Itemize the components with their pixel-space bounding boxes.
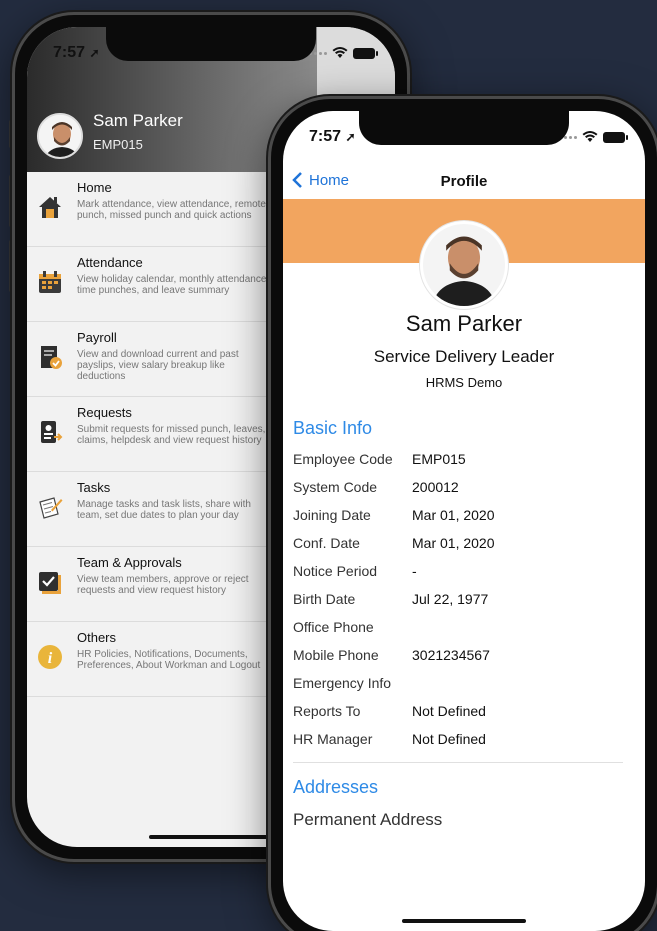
profile-name: Sam Parker (405, 311, 523, 336)
battery-icon (603, 131, 628, 143)
person-icon (39, 115, 81, 157)
menu-title: Attendance (77, 255, 143, 270)
info-value: Jul 22, 1977 (412, 591, 489, 607)
menu-text: Home Mark attendance, view attendance, r… (77, 180, 272, 238)
info-row-notice-period: Notice Period - (283, 557, 645, 585)
info-label: Notice Period (293, 563, 378, 579)
person-icon (423, 224, 505, 306)
profile-banner (283, 199, 645, 309)
home-indicator[interactable] (149, 835, 273, 839)
info-label: Office Phone (293, 619, 374, 635)
basic-info-list: Employee Code EMP015 System Code 200012 Jo… (283, 445, 645, 753)
info-row-system-code: System Code 200012 (283, 473, 645, 501)
menu-description: View and download current and past paysl… (77, 349, 239, 382)
menu-description: Manage tasks and task lists, share with … (77, 499, 251, 521)
info-value: Not Defined (412, 731, 486, 747)
tasks-icon (35, 492, 65, 522)
house-icon (35, 192, 65, 222)
svg-text:i: i (48, 650, 53, 667)
info-label: Emergency Info (293, 675, 392, 691)
menu-text: Team & Approvals View team members, appr… (77, 555, 272, 613)
info-label: System Code (293, 479, 378, 495)
battery-icon (353, 47, 378, 59)
calendar-icon (35, 267, 65, 297)
profile-company: HRMS Demo (425, 375, 503, 390)
info-icon: i (35, 642, 65, 672)
back-button[interactable]: Home (291, 171, 349, 189)
status-indicators (559, 131, 628, 143)
info-value: Not Defined (412, 703, 486, 719)
menu-title: Payroll (77, 330, 117, 345)
menu-text: Others HR Policies, Notifications, Docum… (77, 630, 272, 688)
info-row-office-phone: Office Phone (283, 613, 645, 641)
info-row-conf-date: Conf. Date Mar 01, 2020 (283, 529, 645, 557)
info-label: Mobile Phone (293, 647, 379, 663)
info-value: EMP015 (412, 451, 466, 467)
info-label: Employee Code (293, 451, 393, 467)
info-value: Mar 01, 2020 (412, 535, 495, 551)
status-indicators (309, 47, 378, 59)
info-row-birth-date: Birth Date Jul 22, 1977 (283, 585, 645, 613)
status-time: 7:57 ➚ (309, 128, 356, 145)
info-label: Reports To (293, 703, 361, 719)
notch (359, 111, 569, 145)
menu-description: Submit requests for missed punch, leaves… (77, 424, 266, 446)
menu-text: Requests Submit requests for missed punc… (77, 405, 272, 463)
payslip-icon (35, 342, 65, 372)
status-time: 7:57 ➚ (53, 44, 100, 61)
info-value[interactable]: 3021234567 (412, 647, 490, 663)
addresses-heading: Addresses (293, 777, 379, 797)
menu-text: Tasks Manage tasks and task lists, share… (77, 480, 272, 538)
profile-screen: 7:57 ➚ Home Profile Sam Parker Service D… (283, 111, 645, 931)
info-label: HR Manager (293, 731, 373, 747)
menu-title: Others (77, 630, 117, 645)
info-row-emergency-info: Emergency Info (283, 669, 645, 697)
location-arrow-icon: ➚ (345, 130, 356, 144)
info-row-joining-date: Joining Date Mar 01, 2020 (283, 501, 645, 529)
info-label: Birth Date (293, 591, 356, 607)
chevron-left-icon (292, 172, 302, 188)
drawer-user-name: Sam Parker (93, 111, 183, 130)
info-row-mobile-phone: Mobile Phone 3021234567 (283, 641, 645, 669)
info-row-employee-code: Employee Code EMP015 (283, 445, 645, 473)
checkbox-icon (35, 567, 65, 597)
basic-info-heading: Basic Info (293, 418, 373, 438)
info-value: Mar 01, 2020 (412, 507, 495, 523)
wifi-icon (332, 47, 348, 58)
menu-title: Home (77, 180, 112, 195)
permanent-address-label: Permanent Address (293, 810, 443, 829)
menu-description: Mark attendance, view attendance, remote… (77, 199, 266, 221)
drawer-user-code: EMP015 (93, 137, 143, 152)
menu-text: Payroll View and download current and pa… (77, 330, 272, 388)
profile-avatar[interactable] (420, 221, 508, 309)
home-indicator[interactable] (402, 919, 526, 923)
menu-title: Requests (77, 405, 132, 420)
wifi-icon (582, 131, 598, 142)
location-arrow-icon: ➚ (89, 46, 100, 60)
menu-description: View holiday calendar, monthly attendanc… (77, 274, 270, 296)
menu-title: Team & Approvals (77, 555, 182, 570)
info-value: 200012 (412, 479, 459, 495)
navigation-bar: Home Profile (283, 163, 645, 199)
info-label: Conf. Date (293, 535, 360, 551)
menu-text: Attendance View holiday calendar, monthl… (77, 255, 272, 313)
notch (106, 27, 316, 61)
info-row-reports-to: Reports To Not Defined (283, 697, 645, 725)
menu-description: HR Policies, Notifications, Documents, P… (77, 649, 261, 671)
drawer-avatar[interactable] (37, 113, 83, 159)
menu-description: View team members, approve or reject req… (77, 574, 249, 596)
info-value: - (412, 563, 417, 579)
profile-role: Service Delivery Leader (373, 347, 555, 366)
menu-title: Tasks (77, 480, 111, 495)
front-phone: 7:57 ➚ Home Profile Sam Parker Service D… (268, 96, 657, 931)
request-icon (35, 417, 65, 447)
info-row-hr-manager: HR Manager Not Defined (283, 725, 645, 753)
section-divider (293, 762, 623, 763)
info-label: Joining Date (293, 507, 371, 523)
back-button-label: Home (309, 171, 350, 189)
